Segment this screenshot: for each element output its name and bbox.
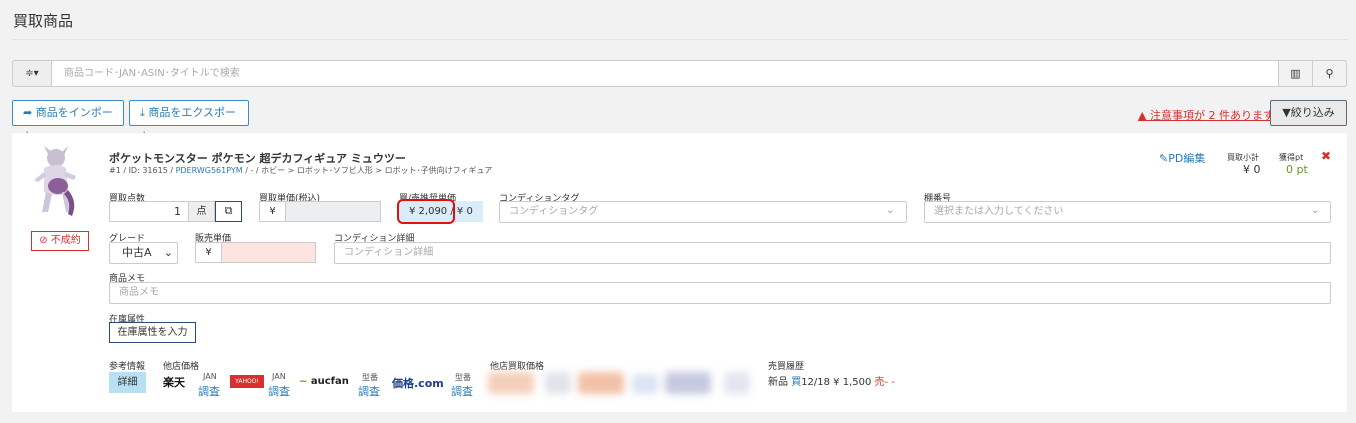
qty-unit: 点 [188, 201, 215, 222]
divider [12, 39, 1348, 40]
pd-edit-link[interactable]: ✎PD編集 [1159, 150, 1205, 166]
unit-price-input[interactable] [285, 201, 381, 222]
close-icon[interactable]: ✖ [1321, 149, 1331, 163]
product-meta: #1 / ID: 31615 / PDERWG561PYM / - / ホビー … [109, 165, 492, 176]
chevron-down-icon: ⌄ [886, 205, 895, 216]
page-title: 買取商品 [13, 12, 74, 30]
chevron-down-icon: ⌄ [1311, 205, 1320, 216]
warning-icon: ▲ [1138, 109, 1150, 122]
search-input[interactable]: 商品コード･JAN･ASIN･タイトルで検索 [64, 60, 240, 87]
product-code-link[interactable]: PDERWG561PYM [176, 166, 243, 175]
history-sell-badge: 売 [874, 377, 885, 388]
shop-sub: 型番 [362, 373, 378, 382]
recommended-sell: ¥ 0 [456, 206, 473, 217]
aucfan-logo: ~ aucfan [299, 376, 349, 387]
search-icon: ⚲ [1325, 67, 1334, 80]
condition-detail-input[interactable]: コンディション詳細 [334, 242, 1331, 264]
barcode-button[interactable]: ▥ [1278, 60, 1313, 87]
filter-icon: ▼ [1282, 106, 1291, 119]
yahoo-survey-link[interactable]: 調査 [268, 383, 290, 399]
blurred-shop-price [632, 374, 658, 394]
import-button[interactable]: ➦ 商品をインポート [12, 100, 124, 143]
detail-button[interactable]: 詳細 [109, 372, 146, 393]
reference-label: 参考情報 [109, 362, 146, 372]
product-image [34, 146, 76, 216]
stock-button[interactable]: 在庫属性を入力 [109, 322, 196, 343]
subtotal-label: 買取小計 [1227, 153, 1259, 162]
points-label: 獲得pt [1279, 153, 1304, 162]
narrow-label: 絞り込み [1290, 106, 1335, 119]
barcode-icon: ▥ [1290, 67, 1301, 80]
meta-category: / - / ホビー > ロボット･ソフビ人形 > ロボット･子供向けフィギュア [242, 166, 493, 175]
search-button[interactable]: ⚲ [1312, 60, 1347, 87]
warning-link[interactable]: ▲ 注意事項が 2 件あります [1138, 107, 1274, 123]
history-buy-badge: 買 [791, 377, 802, 388]
memo-input[interactable]: 商品メモ [109, 282, 1331, 304]
export-button[interactable]: ⤓ 商品をエクスポート [129, 100, 249, 143]
yen-prefix: ¥ [259, 201, 286, 222]
shelf-select[interactable]: 選択または入力してください [924, 201, 1331, 223]
subtotal-value: ¥ 0 [1243, 163, 1261, 176]
qty-input[interactable]: 1 [109, 201, 189, 222]
sale-price-input[interactable] [221, 242, 316, 263]
warning-text: 注意事項が 2 件あります [1149, 109, 1274, 122]
history-date-price: 12/18 ¥ 1,500 [801, 377, 872, 388]
share-icon: ➦ [23, 106, 36, 119]
aucfan-mark-icon: ~ [299, 376, 311, 387]
pencil-icon: ✎ [1159, 152, 1169, 165]
copy-button[interactable]: ⧉ [215, 201, 242, 222]
rakuten-survey-link[interactable]: 調査 [198, 383, 220, 399]
copy-icon: ⧉ [224, 204, 233, 217]
shop-sub: JAN [272, 372, 286, 381]
highlight-ring [397, 199, 455, 224]
blurred-shop-price [665, 372, 711, 394]
history-row: 新品 買12/18 ¥ 1,500 売- - [768, 373, 895, 388]
yen-prefix: ¥ [195, 242, 222, 263]
shop-sub: JAN [203, 372, 217, 381]
blurred-shop-price [724, 372, 750, 394]
chevron-down-icon: ⌄ [163, 246, 173, 259]
aucfan-survey-link[interactable]: 調査 [358, 383, 380, 399]
history-new: 新品 [768, 377, 788, 388]
meta-prefix: #1 / ID: 31615 / [109, 166, 176, 175]
pd-edit-label: PD編集 [1168, 152, 1206, 165]
kakaku-survey-link[interactable]: 調査 [451, 383, 473, 399]
aucfan-text: aucfan [310, 376, 349, 387]
other-price-label: 他店価格 [163, 362, 200, 372]
rakuten-logo: 楽天 [163, 374, 197, 389]
shop-sub: 型番 [455, 373, 471, 382]
points-value: 0 pt [1286, 163, 1308, 176]
grade-value: 中古A [122, 246, 152, 259]
blurred-shop-price [545, 372, 571, 394]
product-title: ポケットモンスター ポケモン 超デカフィギュア ミュウツー [109, 152, 406, 165]
yahoo-logo: YAHOO! [230, 375, 264, 388]
blurred-shop-price [488, 372, 534, 394]
kakaku-logo: 価格.com [392, 377, 444, 390]
blurred-shop-price [578, 372, 624, 394]
other-buy-price-label: 他店買取価格 [490, 362, 545, 372]
condition-tag-select[interactable]: コンディションタグ [499, 201, 907, 223]
history-label: 売買履歴 [768, 362, 805, 372]
filter-dropdown-button[interactable]: ≑▾ [12, 60, 52, 87]
history-sell-value: - - [884, 377, 895, 388]
narrow-button[interactable]: ▼絞り込み [1270, 100, 1347, 126]
status-button[interactable]: ⊘ 不成約 [31, 231, 89, 251]
grade-select[interactable]: 中古A ⌄ [109, 242, 178, 264]
